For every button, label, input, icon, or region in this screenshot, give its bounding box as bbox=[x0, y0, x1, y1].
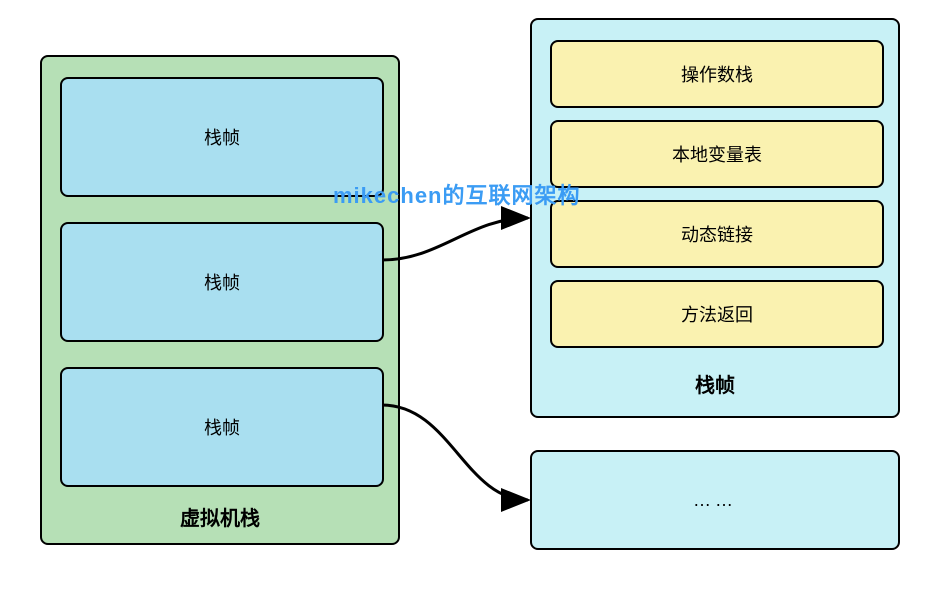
frame-item-3-label: 动态链接 bbox=[681, 221, 753, 247]
stack-frame-3-label: 栈帧 bbox=[204, 414, 240, 440]
stack-frame-3: 栈帧 bbox=[60, 367, 384, 487]
vm-stack-container: 栈帧 栈帧 栈帧 虚拟机栈 bbox=[40, 55, 400, 545]
stack-frame-2: 栈帧 bbox=[60, 222, 384, 342]
frame-item-operand-stack: 操作数栈 bbox=[550, 40, 884, 108]
frame-item-4-label: 方法返回 bbox=[681, 301, 753, 327]
frame-item-1-label: 操作数栈 bbox=[681, 61, 753, 87]
arrow-frame2-to-detail bbox=[382, 218, 528, 260]
stack-frame-1-label: 栈帧 bbox=[204, 124, 240, 150]
stack-frame-1: 栈帧 bbox=[60, 77, 384, 197]
frame-detail-container: 操作数栈 本地变量表 动态链接 方法返回 栈帧 bbox=[530, 18, 900, 418]
ellipsis-label: …… bbox=[693, 490, 737, 511]
frame-item-dynamic-linking: 动态链接 bbox=[550, 200, 884, 268]
stack-frame-2-label: 栈帧 bbox=[204, 269, 240, 295]
frame-item-method-return: 方法返回 bbox=[550, 280, 884, 348]
frame-item-local-vars: 本地变量表 bbox=[550, 120, 884, 188]
frame-detail-title: 栈帧 bbox=[532, 369, 898, 398]
frame-item-2-label: 本地变量表 bbox=[672, 141, 762, 167]
arrow-frame3-to-ellipsis bbox=[382, 405, 528, 500]
ellipsis-box: …… bbox=[530, 450, 900, 550]
vm-stack-title: 虚拟机栈 bbox=[42, 502, 398, 531]
